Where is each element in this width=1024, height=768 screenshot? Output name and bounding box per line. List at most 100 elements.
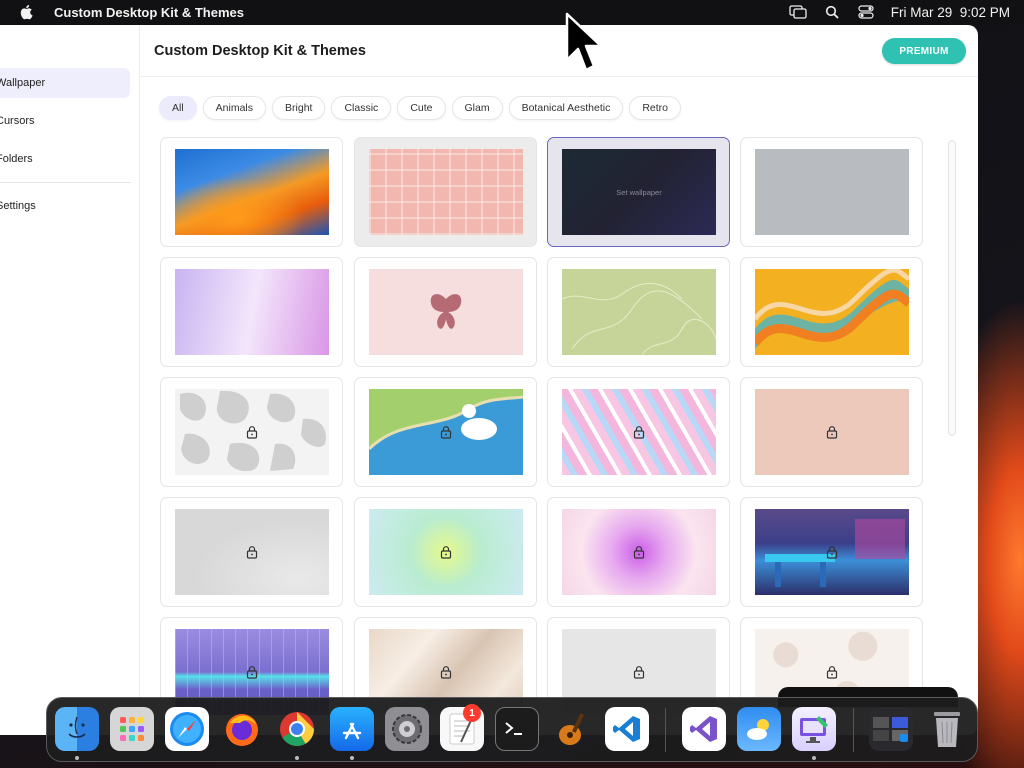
spotlight-search-icon[interactable] [823, 4, 841, 20]
wallpaper-thumb-peach-solid [755, 389, 909, 475]
garageband-icon[interactable] [550, 707, 594, 751]
finder-icon[interactable] [55, 707, 99, 751]
header: Custom Desktop Kit & Themes PREMIUM [141, 25, 978, 77]
wallpaper-grid: Set wallpaper [160, 137, 930, 735]
wallpaper-card[interactable] [354, 257, 537, 367]
sidebar-item-label: Wallpaper [0, 77, 46, 89]
sidebar-item-settings[interactable]: Settings [0, 191, 130, 221]
wallpaper-thumb-cow-print [175, 389, 329, 475]
chip-animals[interactable]: Animals [202, 96, 267, 120]
sidebar-item-label: Folders [0, 153, 33, 165]
wallpaper-card[interactable] [740, 137, 923, 247]
app-store-icon[interactable] [330, 707, 374, 751]
chrome-icon[interactable] [275, 707, 319, 751]
wallpaper-card[interactable] [354, 137, 537, 247]
wallpaper-thumb-grey-solid [755, 149, 909, 235]
wallpaper-card[interactable] [740, 377, 923, 487]
sidebar-item-label: Cursors [0, 115, 35, 127]
lock-icon [826, 546, 838, 559]
notification-badge: 1 [463, 704, 481, 722]
premium-button[interactable]: PREMIUM [882, 38, 966, 64]
lock-icon [246, 546, 258, 559]
running-indicator [350, 756, 354, 760]
wallpaper-card[interactable] [547, 257, 730, 367]
butterfly-icon [430, 294, 462, 329]
grid-scrollbar[interactable] [948, 140, 956, 436]
wallpaper-card[interactable] [160, 377, 343, 487]
menu-clock[interactable]: Fri Mar 29 9:02 PM [891, 5, 1010, 20]
set-wallpaper-label[interactable]: Set wallpaper [616, 188, 661, 197]
sidebar-item-wallpaper[interactable]: Wallpaper [0, 68, 130, 98]
wallpaper-card[interactable] [547, 377, 730, 487]
lock-icon [633, 666, 645, 679]
wallpaper-card[interactable] [160, 257, 343, 367]
menu-bar: Custom Desktop Kit & Themes Fri Mar 29 9… [0, 0, 1024, 24]
wallpaper-card[interactable] [740, 257, 923, 367]
chip-classic[interactable]: Classic [331, 96, 392, 120]
running-indicator [812, 756, 816, 760]
dock-separator [853, 708, 854, 752]
menu-app-name[interactable]: Custom Desktop Kit & Themes [54, 5, 244, 20]
sidebar-item-cursors[interactable]: Cursors [0, 106, 130, 136]
weather-icon[interactable] [737, 707, 781, 751]
chip-all[interactable]: All [159, 96, 197, 120]
wallpaper-thumb-orange-waves [175, 149, 329, 235]
mouse-pointer-icon [565, 12, 603, 72]
lock-icon [440, 666, 452, 679]
vscode-icon[interactable] [605, 707, 649, 751]
system-settings-icon[interactable] [385, 707, 429, 751]
running-indicator [295, 756, 299, 760]
control-center-icon[interactable] [857, 4, 875, 20]
wallpaper-card[interactable]: Set wallpaper [547, 137, 730, 247]
safari-icon[interactable] [165, 707, 209, 751]
visual-studio-icon[interactable] [682, 707, 726, 751]
chip-bright[interactable]: Bright [272, 96, 326, 120]
retro-wave-decoration [755, 269, 909, 349]
wallpaper-card[interactable] [547, 497, 730, 607]
lock-icon [440, 426, 452, 439]
apple-menu-icon[interactable] [18, 4, 34, 20]
wallpaper-thumb-zebra-pastel [562, 389, 716, 475]
page-title: Custom Desktop Kit & Themes [154, 42, 366, 59]
wallpaper-thumb-purple-aura [562, 509, 716, 595]
running-indicator [75, 756, 79, 760]
terminal-icon[interactable] [495, 707, 539, 751]
wallpaper-thumb-neon-dark: Set wallpaper [562, 149, 716, 235]
main-content: Custom Desktop Kit & Themes PREMIUM All … [141, 25, 978, 735]
wallpaper-thumb-butterfly-pink [369, 269, 523, 355]
wallpaper-thumb-retro-waves [755, 269, 909, 355]
dock: 1 [46, 697, 978, 762]
chip-retro[interactable]: Retro [629, 96, 682, 120]
category-filter: All Animals Bright Classic Cute Glam Bot… [159, 96, 682, 120]
sidebar-item-folders[interactable]: Folders [0, 144, 130, 174]
firefox-icon[interactable] [220, 707, 264, 751]
wallpaper-thumb-sage-line-art [562, 269, 716, 355]
trash-icon[interactable] [925, 707, 969, 751]
window-preview-icon[interactable] [869, 707, 913, 751]
dock-separator [665, 708, 666, 752]
custom-desktop-kit-icon[interactable] [792, 707, 836, 751]
wallpaper-thumb-grey-marble [175, 509, 329, 595]
wallpaper-card[interactable] [354, 497, 537, 607]
lock-icon [246, 666, 258, 679]
wallpaper-thumb-mint-glow [369, 509, 523, 595]
wallpaper-thumb-duck-pond [369, 389, 523, 475]
wallpaper-thumb-lavender-gradient [175, 269, 329, 355]
wallpaper-thumb-neon-room [755, 509, 909, 595]
chip-botanical-aesthetic[interactable]: Botanical Aesthetic [508, 96, 624, 120]
wallpaper-card[interactable] [160, 137, 343, 247]
lock-icon [246, 426, 258, 439]
lock-icon [826, 666, 838, 679]
lock-icon [440, 546, 452, 559]
lock-icon [633, 426, 645, 439]
chip-glam[interactable]: Glam [451, 96, 503, 120]
launchpad-icon[interactable] [110, 707, 154, 751]
wallpaper-card[interactable] [740, 497, 923, 607]
wallpaper-card[interactable] [354, 377, 537, 487]
wallpaper-thumb-pink-plaid [369, 149, 523, 235]
chip-cute[interactable]: Cute [397, 96, 446, 120]
lock-icon [826, 426, 838, 439]
wallpaper-card[interactable] [160, 497, 343, 607]
app-window: Wallpaper Cursors Folders Settings Custo… [0, 25, 978, 735]
screen-mirroring-icon[interactable] [789, 4, 807, 20]
